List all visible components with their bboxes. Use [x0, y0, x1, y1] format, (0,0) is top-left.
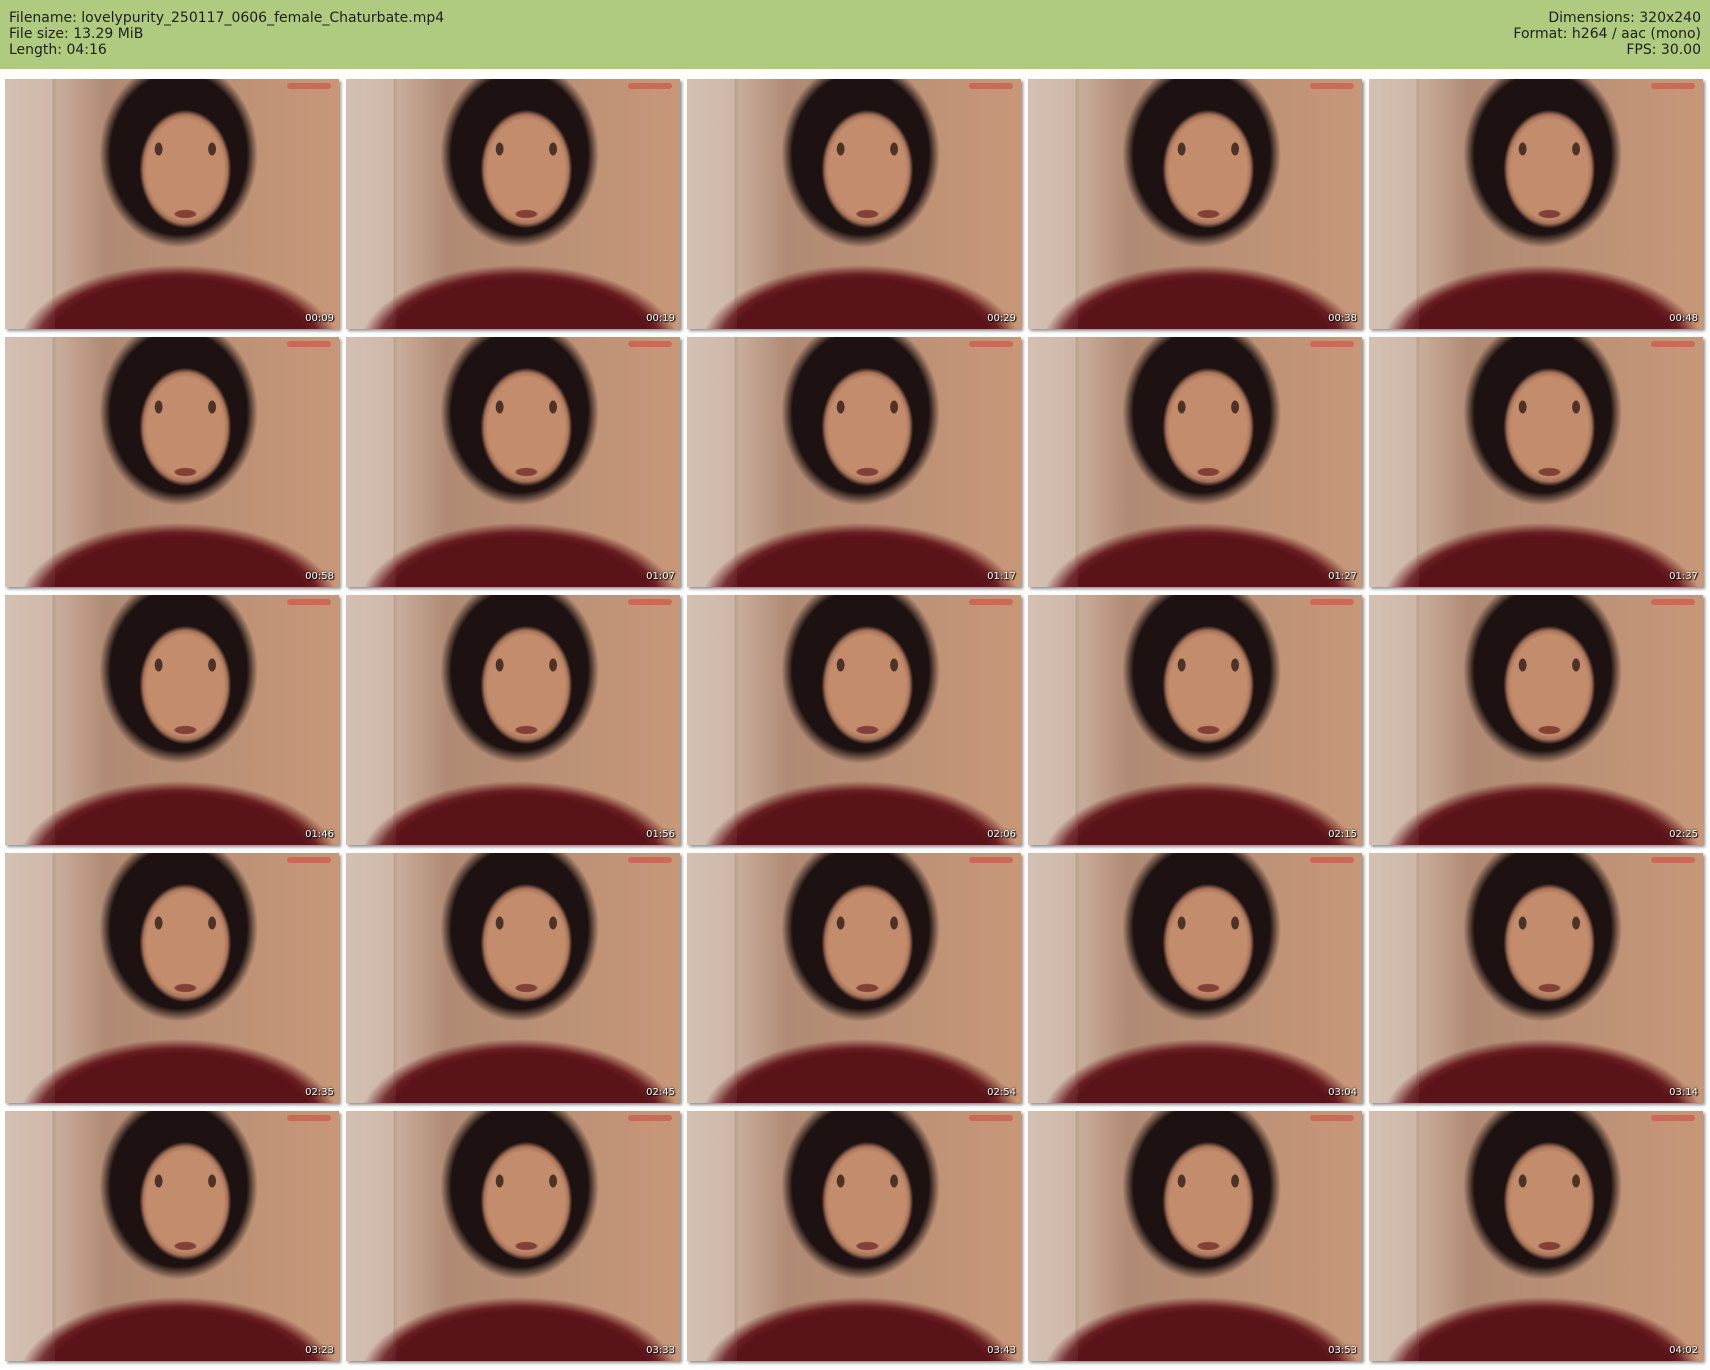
dimensions-text: Dimensions: 320x240	[1548, 10, 1701, 26]
video-thumbnail: 02:54	[687, 853, 1021, 1103]
thumbnail-timestamp: 02:25	[1669, 829, 1698, 840]
video-thumbnail: 04:02	[1369, 1111, 1703, 1361]
file-info-header: Filename: lovelypurity_250117_0606_femal…	[0, 0, 1710, 69]
video-thumbnail: 01:46	[5, 595, 339, 845]
thumbnail-timestamp: 00:38	[1328, 313, 1357, 324]
thumbnail-timestamp: 02:35	[305, 1087, 334, 1098]
thumbnail-timestamp: 01:37	[1669, 571, 1698, 582]
video-thumbnail: 02:06	[687, 595, 1021, 845]
video-thumbnail: 00:58	[5, 337, 339, 587]
thumbnail-timestamp: 00:19	[646, 313, 675, 324]
video-thumbnail: 00:09	[5, 79, 339, 329]
thumbnail-timestamp: 03:14	[1669, 1087, 1698, 1098]
video-thumbnail: 02:35	[5, 853, 339, 1103]
thumbnail-timestamp: 03:23	[305, 1345, 334, 1356]
video-thumbnail: 01:37	[1369, 337, 1703, 587]
thumbnail-timestamp: 02:45	[646, 1087, 675, 1098]
thumbnail-timestamp: 02:06	[987, 829, 1016, 840]
video-thumbnail: 02:45	[346, 853, 680, 1103]
thumbnail-timestamp: 02:54	[987, 1087, 1016, 1098]
video-thumbnail: 00:19	[346, 79, 680, 329]
video-thumbnail: 00:29	[687, 79, 1021, 329]
video-thumbnail: 01:07	[346, 337, 680, 587]
video-thumbnail: 03:33	[346, 1111, 680, 1361]
length-text: Length: 04:16	[9, 42, 107, 58]
video-thumbnail: 03:14	[1369, 853, 1703, 1103]
thumbnail-timestamp: 03:53	[1328, 1345, 1357, 1356]
thumbnail-timestamp: 03:43	[987, 1345, 1016, 1356]
thumbnail-grid: 00:09 00:19 00:29 00:38 00:48 00:58 01:0…	[5, 79, 1705, 1365]
thumbnail-timestamp: 01:56	[646, 829, 675, 840]
thumbnail-timestamp: 00:09	[305, 313, 334, 324]
video-thumbnail: 03:04	[1028, 853, 1362, 1103]
thumbnail-timestamp: 01:46	[305, 829, 334, 840]
thumbnail-timestamp: 04:02	[1669, 1345, 1698, 1356]
video-thumbnail: 03:53	[1028, 1111, 1362, 1361]
thumbnail-timestamp: 00:29	[987, 313, 1016, 324]
video-thumbnail: 01:56	[346, 595, 680, 845]
video-thumbnail: 03:23	[5, 1111, 339, 1361]
video-thumbnail: 03:43	[687, 1111, 1021, 1361]
filename-text: Filename: lovelypurity_250117_0606_femal…	[9, 10, 445, 26]
filesize-text: File size: 13.29 MiB	[9, 26, 144, 42]
thumbnail-timestamp: 01:27	[1328, 571, 1357, 582]
file-info-right: Dimensions: 320x240 Format: h264 / aac (…	[1513, 10, 1701, 58]
video-thumbnail: 02:15	[1028, 595, 1362, 845]
video-thumbnail: 00:38	[1028, 79, 1362, 329]
fps-text: FPS: 30.00	[1626, 42, 1701, 58]
video-thumbnail: 01:27	[1028, 337, 1362, 587]
thumbnail-timestamp: 00:58	[305, 571, 334, 582]
thumbnail-timestamp: 02:15	[1328, 829, 1357, 840]
video-thumbnail: 01:17	[687, 337, 1021, 587]
thumbnail-timestamp: 01:07	[646, 571, 675, 582]
thumbnail-timestamp: 01:17	[987, 571, 1016, 582]
video-thumbnail: 02:25	[1369, 595, 1703, 845]
format-text: Format: h264 / aac (mono)	[1513, 26, 1701, 42]
file-info-left: Filename: lovelypurity_250117_0606_femal…	[9, 10, 444, 58]
thumbnail-timestamp: 00:48	[1669, 313, 1698, 324]
video-thumbnail: 00:48	[1369, 79, 1703, 329]
thumbnail-timestamp: 03:33	[646, 1345, 675, 1356]
thumbnail-timestamp: 03:04	[1328, 1087, 1357, 1098]
